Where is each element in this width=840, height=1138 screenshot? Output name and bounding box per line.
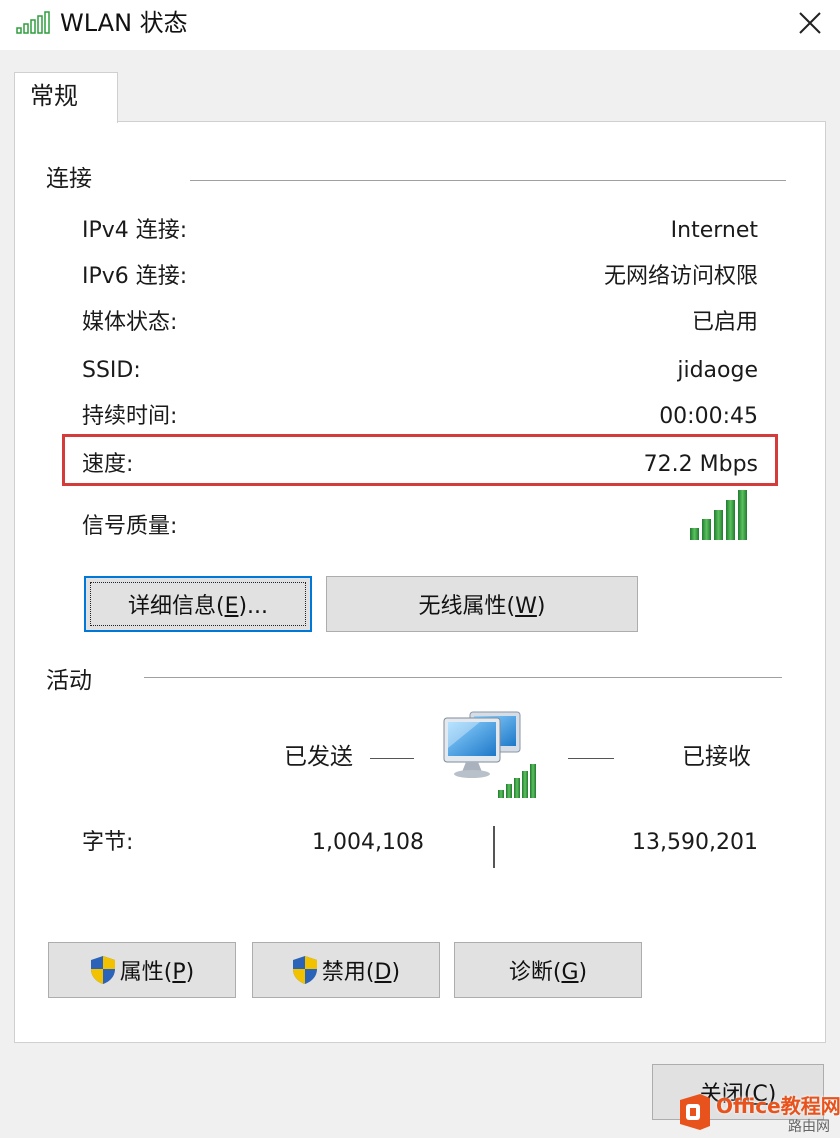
close-icon bbox=[799, 12, 821, 34]
ipv6-label: IPv6 连接: bbox=[82, 264, 188, 289]
activity-group-divider bbox=[144, 677, 782, 678]
received-dash bbox=[568, 758, 614, 759]
ipv4-value: Internet bbox=[670, 218, 758, 243]
focus-ring bbox=[90, 582, 306, 626]
activity-group-title: 活动 bbox=[46, 668, 92, 694]
shield-icon bbox=[292, 956, 317, 984]
signal-strength-icon bbox=[690, 490, 747, 540]
signal-quality-label: 信号质量: bbox=[82, 514, 178, 539]
bytes-label: 字节: bbox=[82, 830, 134, 855]
sent-label: 已发送 bbox=[284, 744, 353, 770]
properties-button[interactable]: 属性(P) bbox=[48, 942, 236, 998]
watermark-subtext: 路由网 bbox=[788, 1119, 830, 1135]
ssid-value: jidaoge bbox=[677, 358, 758, 383]
bytes-divider bbox=[493, 826, 495, 868]
tab-general-label: 常规 bbox=[30, 82, 78, 110]
office-logo-icon bbox=[680, 1094, 710, 1130]
properties-button-label: 属性(P) bbox=[119, 960, 195, 985]
speed-value: 72.2 Mbps bbox=[643, 452, 758, 477]
ipv4-label: IPv4 连接: bbox=[82, 218, 188, 243]
shield-icon bbox=[90, 956, 115, 984]
wifi-signal-icon bbox=[16, 11, 50, 34]
bytes-sent-value: 1,004,108 bbox=[312, 830, 424, 855]
speed-label: 速度: bbox=[82, 452, 134, 477]
duration-value: 00:00:45 bbox=[659, 404, 758, 429]
close-window-button[interactable] bbox=[780, 0, 840, 46]
received-label: 已接收 bbox=[682, 744, 751, 770]
connection-group-divider bbox=[190, 180, 786, 181]
media-state-value: 已启用 bbox=[691, 310, 758, 335]
diagnose-button[interactable]: 诊断(G) bbox=[454, 942, 642, 998]
window-title: WLAN 状态 bbox=[60, 9, 188, 37]
connection-group-title: 连接 bbox=[46, 166, 92, 192]
details-button[interactable]: 详细信息(E)... bbox=[84, 576, 312, 632]
ssid-label: SSID: bbox=[82, 358, 141, 383]
ipv6-value: 无网络访问权限 bbox=[603, 264, 758, 289]
media-state-label: 媒体状态: bbox=[82, 310, 178, 335]
wireless-properties-button[interactable]: 无线属性(W) bbox=[326, 576, 638, 632]
diagnose-button-label: 诊断(G) bbox=[508, 960, 588, 985]
disable-button[interactable]: 禁用(D) bbox=[252, 942, 440, 998]
watermark: Office教程网 路由网 bbox=[676, 1088, 840, 1138]
duration-label: 持续时间: bbox=[82, 404, 178, 429]
sent-dash bbox=[370, 758, 414, 759]
watermark-text: Office教程网 bbox=[716, 1094, 840, 1118]
bytes-received-value: 13,590,201 bbox=[632, 830, 758, 855]
disable-button-label: 禁用(D) bbox=[321, 960, 401, 985]
network-computer-icon bbox=[443, 711, 536, 798]
wireless-properties-button-label: 无线属性(W) bbox=[418, 594, 546, 619]
title-bar: WLAN 状态 bbox=[0, 0, 840, 50]
